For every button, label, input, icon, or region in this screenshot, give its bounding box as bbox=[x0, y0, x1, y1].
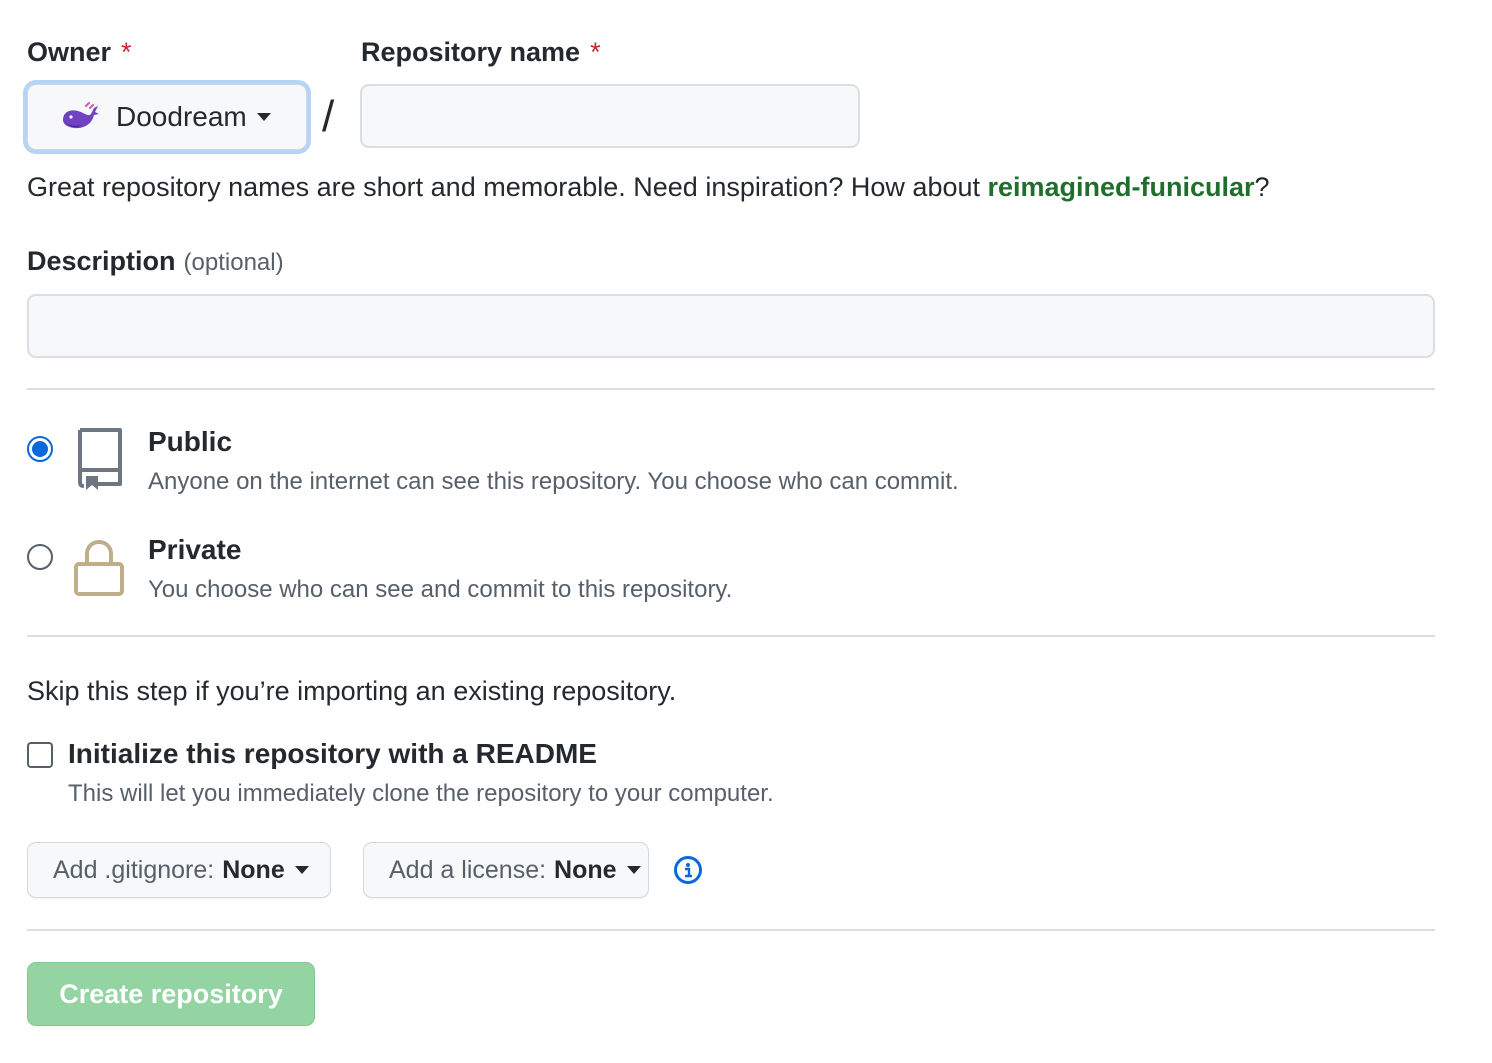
owner-dropdown-button[interactable]: Doodream bbox=[27, 84, 307, 150]
readme-label[interactable]: Initialize this repository with a README bbox=[68, 738, 597, 770]
whale-avatar-icon bbox=[60, 102, 100, 132]
divider bbox=[27, 635, 1435, 637]
readme-description: This will let you immediately clone the … bbox=[68, 780, 774, 807]
caret-down-icon bbox=[626, 866, 641, 874]
radio-private[interactable] bbox=[27, 544, 53, 570]
readme-checkbox[interactable] bbox=[27, 742, 53, 768]
name-suggestion-link[interactable]: reimagined-funicular bbox=[988, 172, 1255, 202]
repo-book-icon bbox=[72, 426, 126, 492]
divider bbox=[27, 929, 1435, 931]
required-asterisk: * bbox=[121, 37, 132, 67]
caret-down-icon bbox=[256, 113, 271, 121]
optional-tag: (optional) bbox=[183, 249, 284, 276]
divider bbox=[27, 388, 1435, 390]
radio-public[interactable] bbox=[27, 436, 53, 462]
required-asterisk: * bbox=[590, 37, 601, 67]
description-input[interactable] bbox=[27, 294, 1435, 358]
private-title: Private bbox=[148, 534, 242, 565]
repository-name-label: Repository name * bbox=[361, 37, 601, 67]
name-hint: Great repository names are short and mem… bbox=[27, 172, 1270, 202]
create-repository-button[interactable]: Create repository bbox=[27, 962, 315, 1026]
owner-label: Owner * bbox=[27, 37, 132, 67]
public-title: Public bbox=[148, 426, 233, 457]
repository-name-input[interactable] bbox=[360, 84, 860, 148]
lock-icon bbox=[72, 538, 126, 598]
private-description: You choose who can see and commit to thi… bbox=[148, 576, 733, 603]
skip-import-text: Skip this step if you’re importing an ex… bbox=[27, 676, 677, 706]
description-label: Description (optional) bbox=[27, 246, 284, 276]
license-dropdown[interactable]: Add a license: None bbox=[363, 842, 649, 898]
caret-down-icon bbox=[294, 866, 309, 874]
owner-repo-separator: / bbox=[322, 92, 335, 141]
public-description: Anyone on the internet can see this repo… bbox=[148, 468, 959, 495]
gitignore-dropdown[interactable]: Add .gitignore: None bbox=[27, 842, 331, 898]
info-icon[interactable] bbox=[674, 856, 702, 884]
owner-name: Doodream bbox=[116, 101, 247, 132]
